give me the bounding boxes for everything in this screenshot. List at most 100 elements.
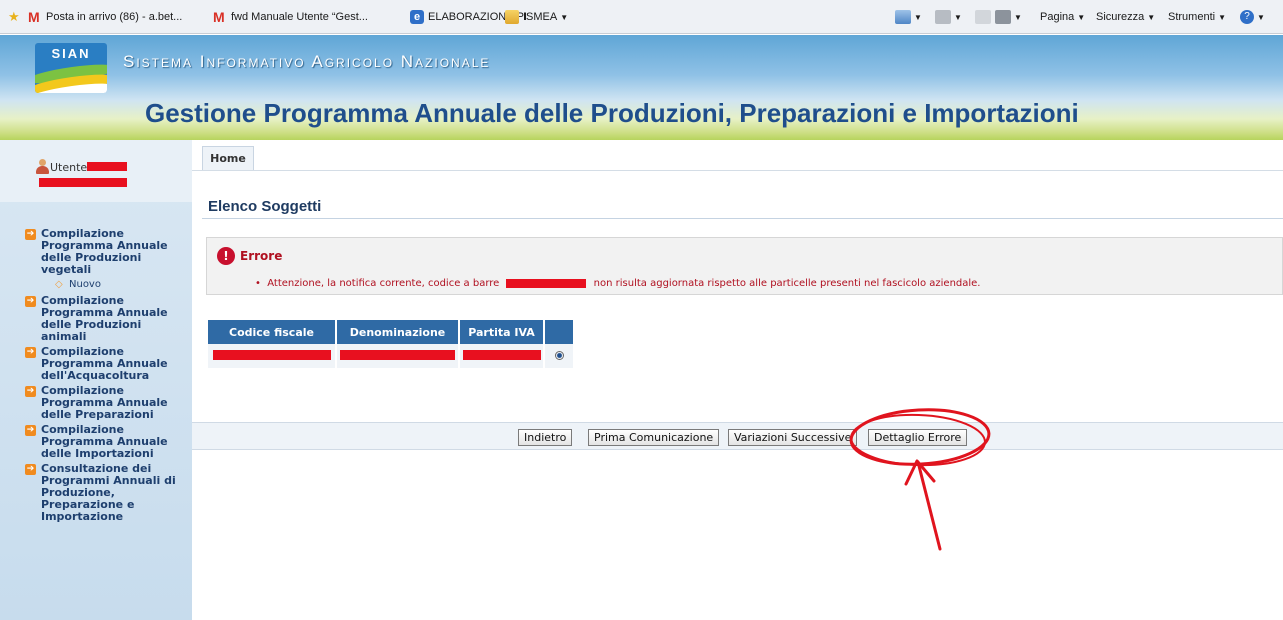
sidebar-item-label: Compilazione Programma Annuale delle Pro… <box>41 227 168 276</box>
mail-button[interactable] <box>975 9 991 25</box>
chevron-down-icon: ▼ <box>1014 12 1022 22</box>
error-message-start: Attenzione, la notifica corrente, codice… <box>267 278 500 289</box>
user-icon <box>36 159 49 175</box>
sidebar: Utente: ➔ Compilazione Programma Annuale… <box>0 140 192 620</box>
print-icon <box>995 10 1011 24</box>
redacted-value <box>340 349 455 360</box>
user-label: Utente: <box>50 161 91 174</box>
tab-home[interactable]: Home <box>202 146 254 170</box>
feeds-icon <box>935 10 951 24</box>
site-header: SIAN Sistema Informativo Agricolo Nazion… <box>0 35 1283 140</box>
sidebar-item-preparazioni[interactable]: ➔ Compilazione Programma Annuale delle P… <box>0 385 192 421</box>
sidebar-item-produzioni-vegetali[interactable]: ➔ Compilazione Programma Annuale delle P… <box>0 228 192 276</box>
favorite-label: Posta in arrivo (86) - a.bet... <box>46 11 183 23</box>
arrow-right-icon: ➔ <box>25 296 36 307</box>
sidebar-item-produzioni-animali[interactable]: ➔ Compilazione Programma Annuale delle P… <box>0 295 192 343</box>
print-button[interactable]: ▼ <box>995 9 1022 25</box>
ie-page-icon: e <box>410 10 424 24</box>
back-button[interactable]: Indietro <box>518 429 573 446</box>
sidebar-item-label: Compilazione Programma Annuale delle Pre… <box>41 384 168 421</box>
security-menu[interactable]: Sicurezza ▼ <box>1096 9 1155 25</box>
table-header-row: Codice fiscale Denominazione Partita IVA <box>208 320 575 344</box>
diamond-icon: ◇ <box>55 279 63 290</box>
security-menu-label: Sicurezza <box>1096 11 1145 23</box>
arrow-right-icon: ➔ <box>25 425 36 436</box>
cell-codice-fiscale <box>208 344 337 368</box>
favorite-label: ISMEA <box>523 11 558 23</box>
help-button[interactable]: ? ▼ <box>1240 9 1265 25</box>
logo-text: SIAN <box>51 46 91 61</box>
column-header <box>544 320 575 344</box>
main-content: Home Elenco Soggetti ! Errore • Attenzio… <box>192 140 1283 620</box>
redacted-username <box>87 162 127 171</box>
button-bar: Indietro Prima Comunicazione Variazioni … <box>192 422 1283 450</box>
error-box: ! Errore • Attenzione, la notifica corre… <box>206 237 1283 295</box>
favorite-fwd-manuale[interactable]: M fwd Manuale Utente “Gest... <box>213 9 368 25</box>
gmail-icon: M <box>213 9 225 25</box>
sian-logo: SIAN <box>35 43 107 93</box>
column-header: Partita IVA <box>459 320 545 344</box>
chevron-down-icon: ▼ <box>1218 12 1226 22</box>
sidebar-subitem-nuovo[interactable]: ◇ Nuovo <box>0 279 192 291</box>
feeds-button[interactable]: ▼ <box>935 9 962 25</box>
sidebar-item-acquacoltura[interactable]: ➔ Compilazione Programma Annuale dell'Ac… <box>0 346 192 382</box>
redacted-username <box>39 178 127 187</box>
arrow-right-icon: ➔ <box>25 347 36 358</box>
arrow-right-icon: ➔ <box>25 464 36 475</box>
column-header: Denominazione <box>336 320 460 344</box>
chevron-down-icon: ▼ <box>560 12 569 22</box>
tools-menu-label: Strumenti <box>1168 11 1216 23</box>
error-message: • Attenzione, la notifica corrente, codi… <box>255 278 981 289</box>
error-message-end: non risulta aggiornata rispetto alle par… <box>593 278 981 289</box>
cell-partita-iva <box>459 344 545 368</box>
sidebar-menu: ➔ Compilazione Programma Annuale delle P… <box>0 228 192 526</box>
first-communication-button[interactable]: Prima Comunicazione <box>588 429 720 446</box>
sidebar-item-label: Compilazione Programma Annuale delle Imp… <box>41 423 168 460</box>
sidebar-item-label: Compilazione Programma Annuale dell'Acqu… <box>41 345 168 382</box>
tab-divider <box>192 170 1283 171</box>
page-title: Elenco Soggetti <box>208 198 322 215</box>
folder-icon <box>505 10 519 24</box>
error-icon: ! <box>217 247 235 265</box>
add-favorite-star-icon[interactable]: ★ <box>8 10 22 24</box>
error-detail-button[interactable]: Dettaglio Errore <box>868 429 968 446</box>
favorite-gmail-inbox[interactable]: ★ M Posta in arrivo (86) - a.bet... <box>8 9 183 25</box>
column-header: Codice fiscale <box>208 320 337 344</box>
title-divider <box>202 218 1283 219</box>
subsequent-variations-button[interactable]: Variazioni Successive <box>728 429 858 446</box>
sidebar-subitem-label: Nuovo <box>69 279 101 290</box>
system-title: Sistema Informativo Agricolo Nazionale <box>123 52 491 71</box>
sidebar-item-label: Consultazione dei Programmi Annuali di P… <box>41 462 176 523</box>
user-box: Utente: <box>0 140 192 202</box>
sidebar-item-importazioni[interactable]: ➔ Compilazione Programma Annuale delle I… <box>0 424 192 460</box>
chevron-down-icon: ▼ <box>1147 12 1156 22</box>
home-button[interactable]: ▼ <box>895 9 922 25</box>
error-title: Errore <box>240 249 283 263</box>
page-menu-label: Pagina <box>1040 11 1075 23</box>
arrow-right-icon: ➔ <box>25 386 36 397</box>
mail-icon <box>975 10 991 24</box>
chevron-down-icon: ▼ <box>1257 12 1265 22</box>
browser-favorites-bar: ★ M Posta in arrivo (86) - a.bet... M fw… <box>0 0 1283 34</box>
redacted-value <box>212 349 331 360</box>
page-menu[interactable]: Pagina ▼ <box>1040 9 1085 25</box>
subjects-table: Codice fiscale Denominazione Partita IVA <box>208 320 575 368</box>
sidebar-item-label: Compilazione Programma Annuale delle Pro… <box>41 294 168 343</box>
chevron-down-icon: ▼ <box>954 12 962 22</box>
app-title: Gestione Programma Annuale delle Produzi… <box>145 98 1079 128</box>
tools-menu[interactable]: Strumenti ▼ <box>1168 9 1226 25</box>
table-row[interactable] <box>208 344 575 368</box>
redacted-value <box>462 349 541 360</box>
sidebar-item-consultazione[interactable]: ➔ Consultazione dei Programmi Annuali di… <box>0 463 192 523</box>
cell-select <box>544 344 575 368</box>
gmail-icon: M <box>28 9 40 25</box>
help-icon: ? <box>1240 10 1254 24</box>
chevron-down-icon: ▼ <box>1077 12 1086 22</box>
arrow-right-icon: ➔ <box>25 229 36 240</box>
bullet: • <box>255 278 265 289</box>
home-icon <box>895 10 911 24</box>
favorite-folder-ismea[interactable]: ISMEA ▼ <box>505 9 568 25</box>
favorite-label: fwd Manuale Utente “Gest... <box>231 11 368 23</box>
chevron-down-icon: ▼ <box>914 12 922 22</box>
row-select-radio[interactable] <box>554 350 564 360</box>
